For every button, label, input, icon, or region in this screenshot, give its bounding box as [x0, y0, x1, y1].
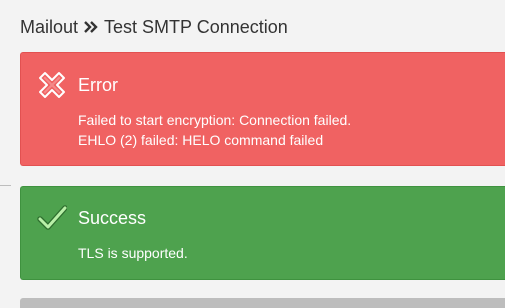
- next-panel: [20, 298, 505, 308]
- success-message: TLS is supported.: [78, 245, 188, 261]
- error-title: Error: [78, 75, 118, 95]
- error-alert: Error Failed to start encryption: Connec…: [20, 52, 505, 166]
- success-alert: Success TLS is supported.: [20, 186, 505, 280]
- error-messages: Failed to start encryption: Connection f…: [78, 110, 351, 150]
- breadcrumb-current-page: Test SMTP Connection: [104, 16, 288, 37]
- breadcrumb-section[interactable]: Mailout: [20, 17, 78, 38]
- checkmark-icon: [37, 205, 67, 230]
- error-message: Failed to start encryption: Connection f…: [78, 112, 352, 128]
- error-message: EHLO (2) failed: HELO command failed: [78, 132, 324, 148]
- divider: [0, 185, 11, 186]
- breadcrumb: Mailout Test SMTP Connection: [20, 15, 288, 39]
- success-title: Success: [78, 208, 147, 228]
- success-messages: TLS is supported.: [78, 243, 188, 263]
- x-mark-icon: [39, 72, 65, 98]
- double-chevron-right-icon: [84, 21, 98, 33]
